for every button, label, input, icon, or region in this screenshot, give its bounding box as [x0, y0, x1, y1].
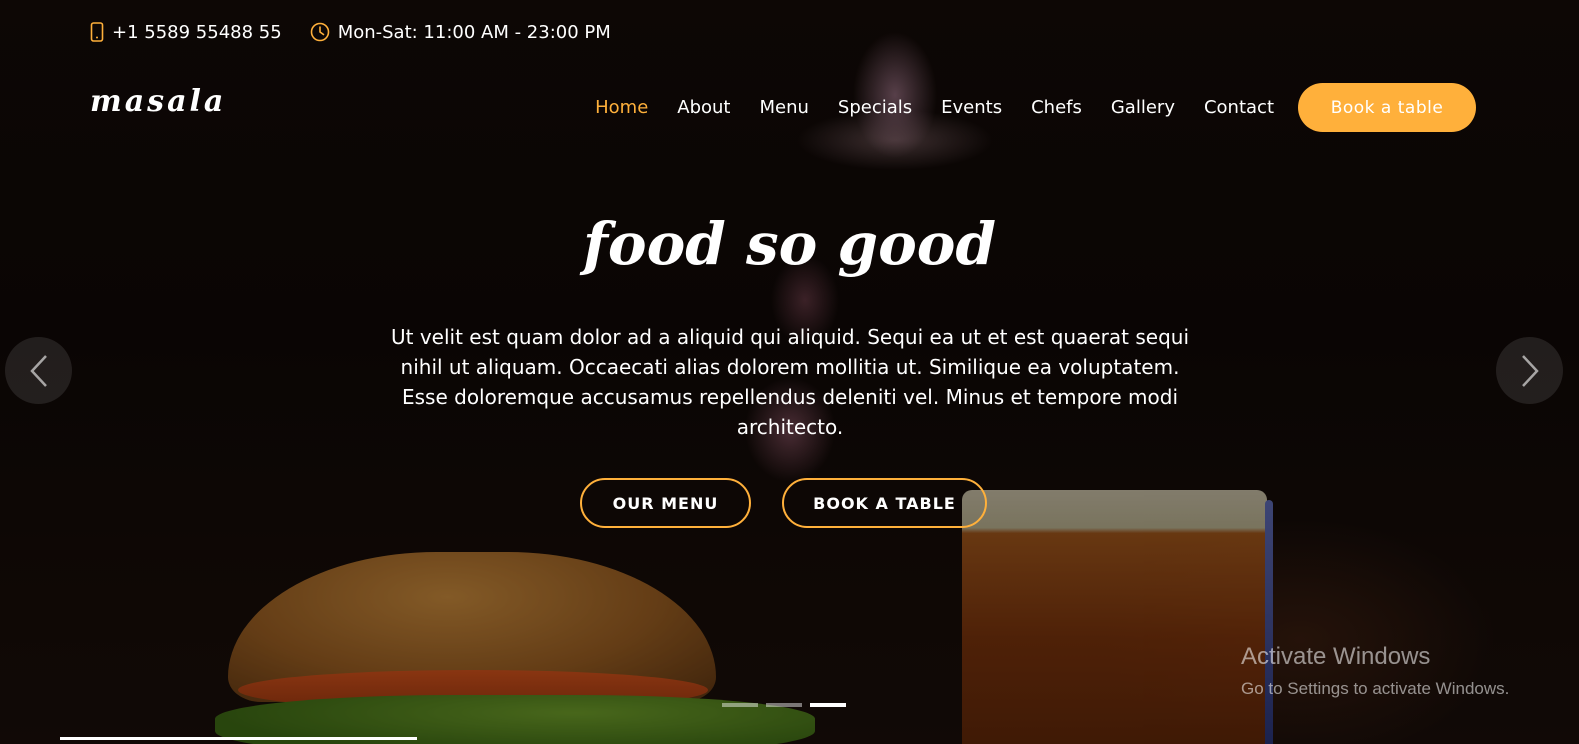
nav-menu[interactable]: Menu: [759, 97, 808, 118]
carousel-prev-button[interactable]: [5, 337, 72, 404]
nav-events[interactable]: Events: [941, 97, 1002, 118]
carousel-indicator-1[interactable]: [722, 703, 758, 707]
phone-number: +1 5589 55488 55: [112, 21, 282, 43]
our-menu-button[interactable]: OUR MENU: [580, 478, 751, 528]
carousel-indicator-3[interactable]: [810, 703, 846, 707]
hero-buttons: OUR MENU BOOK A TABLE: [0, 478, 1579, 528]
carousel-indicators: [722, 703, 854, 707]
hero-description: Ut velit est quam dolor ad a aliquid qui…: [390, 325, 1190, 439]
top-info-bar: +1 5589 55488 55 Mon-Sat: 11:00 AM - 23:…: [90, 20, 639, 44]
hero-section: +1 5589 55488 55 Mon-Sat: 11:00 AM - 23:…: [0, 0, 1579, 744]
phone-icon: [90, 22, 104, 42]
hero-title: food so good: [582, 210, 997, 278]
nav-home[interactable]: Home: [595, 97, 648, 118]
book-table-button[interactable]: Book a table: [1298, 83, 1476, 132]
main-nav: Home About Menu Specials Events Chefs Ga…: [566, 83, 1476, 132]
hero-book-table-button[interactable]: BOOK A TABLE: [782, 478, 987, 528]
hours-info: Mon-Sat: 11:00 AM - 23:00 PM: [310, 22, 611, 43]
nav-chefs[interactable]: Chefs: [1031, 97, 1082, 118]
nav-contact[interactable]: Contact: [1204, 97, 1274, 118]
nav-specials[interactable]: Specials: [838, 97, 912, 118]
site-logo[interactable]: masala: [90, 84, 226, 119]
activation-title: Activate Windows: [1241, 643, 1431, 670]
activation-subtitle: Go to Settings to activate Windows.: [1241, 679, 1510, 698]
nav-about[interactable]: About: [677, 97, 730, 118]
carousel-indicator-2[interactable]: [766, 703, 802, 707]
phone-info: +1 5589 55488 55: [90, 22, 282, 43]
chevron-left-icon: [29, 354, 47, 387]
windows-activation-watermark: Activate Windows Go to Settings to activ…: [1241, 643, 1509, 699]
horizontal-scrollbar[interactable]: [60, 737, 417, 740]
chevron-right-icon: [1521, 354, 1539, 387]
opening-hours: Mon-Sat: 11:00 AM - 23:00 PM: [337, 21, 611, 43]
clock-icon: [310, 22, 329, 42]
nav-gallery[interactable]: Gallery: [1111, 97, 1175, 118]
carousel-next-button[interactable]: [1496, 337, 1563, 404]
